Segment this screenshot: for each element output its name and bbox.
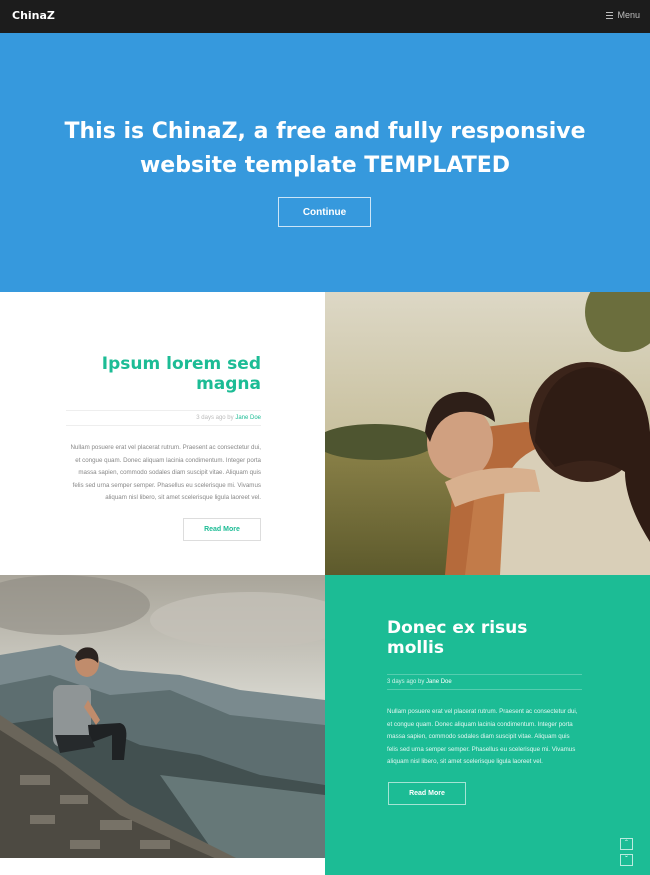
mountain-photo bbox=[0, 575, 325, 858]
post-title[interactable]: Donec ex risus mollis bbox=[387, 618, 582, 658]
post-title[interactable]: Ipsum lorem sed magna bbox=[66, 354, 261, 394]
post-author-link[interactable]: Jane Doe bbox=[235, 415, 261, 421]
read-more-button[interactable]: Read More bbox=[388, 782, 466, 805]
couple-hug-image bbox=[325, 292, 650, 575]
hero-banner: This is ChinaZ, a free and fully respons… bbox=[0, 33, 650, 292]
hero-title-line-1: This is ChinaZ, a free and fully respons… bbox=[64, 119, 586, 144]
continue-button[interactable]: Continue bbox=[278, 197, 371, 227]
post-author-link[interactable]: Jane Doe bbox=[426, 679, 452, 685]
read-more-button[interactable]: Read More bbox=[183, 518, 261, 541]
chevron-up-icon: ˆ bbox=[625, 839, 628, 848]
post-date: 3 days ago by bbox=[196, 415, 236, 421]
scroll-up-button[interactable]: ˆ bbox=[620, 838, 633, 850]
post-excerpt: Nullam posuere erat vel placerat rutrum.… bbox=[70, 444, 261, 501]
top-navbar: ChinaZ Menu bbox=[0, 0, 650, 33]
couple-photo bbox=[325, 292, 650, 575]
hero-title-line-2: website template TEMPLATED bbox=[139, 153, 510, 178]
chevron-down-icon: ˇ bbox=[625, 855, 628, 864]
post-panel-1: Ipsum lorem sed magna 3 days ago by Jane… bbox=[0, 292, 325, 575]
post-meta: 3 days ago by Jane Doe bbox=[66, 410, 261, 426]
scroll-down-button[interactable]: ˇ bbox=[620, 854, 633, 866]
site-logo[interactable]: ChinaZ bbox=[12, 9, 55, 22]
post-1-text: Ipsum lorem sed magna 3 days ago by Jane… bbox=[66, 354, 261, 505]
menu-label: Menu bbox=[617, 10, 640, 20]
hamburger-icon bbox=[606, 11, 614, 19]
post-meta: 3 days ago by Jane Doe bbox=[387, 674, 582, 690]
post-panel-2: Donec ex risus mollis 3 days ago by Jane… bbox=[325, 575, 650, 875]
menu-button[interactable]: Menu bbox=[606, 10, 640, 20]
post-excerpt: Nullam posuere erat vel placerat rutrum.… bbox=[387, 708, 578, 765]
post-2-text: Donec ex risus mollis 3 days ago by Jane… bbox=[387, 618, 582, 769]
hero-title: This is ChinaZ, a free and fully respons… bbox=[0, 115, 650, 183]
post-date: 3 days ago by bbox=[387, 679, 427, 685]
man-on-wall-image bbox=[0, 575, 325, 858]
